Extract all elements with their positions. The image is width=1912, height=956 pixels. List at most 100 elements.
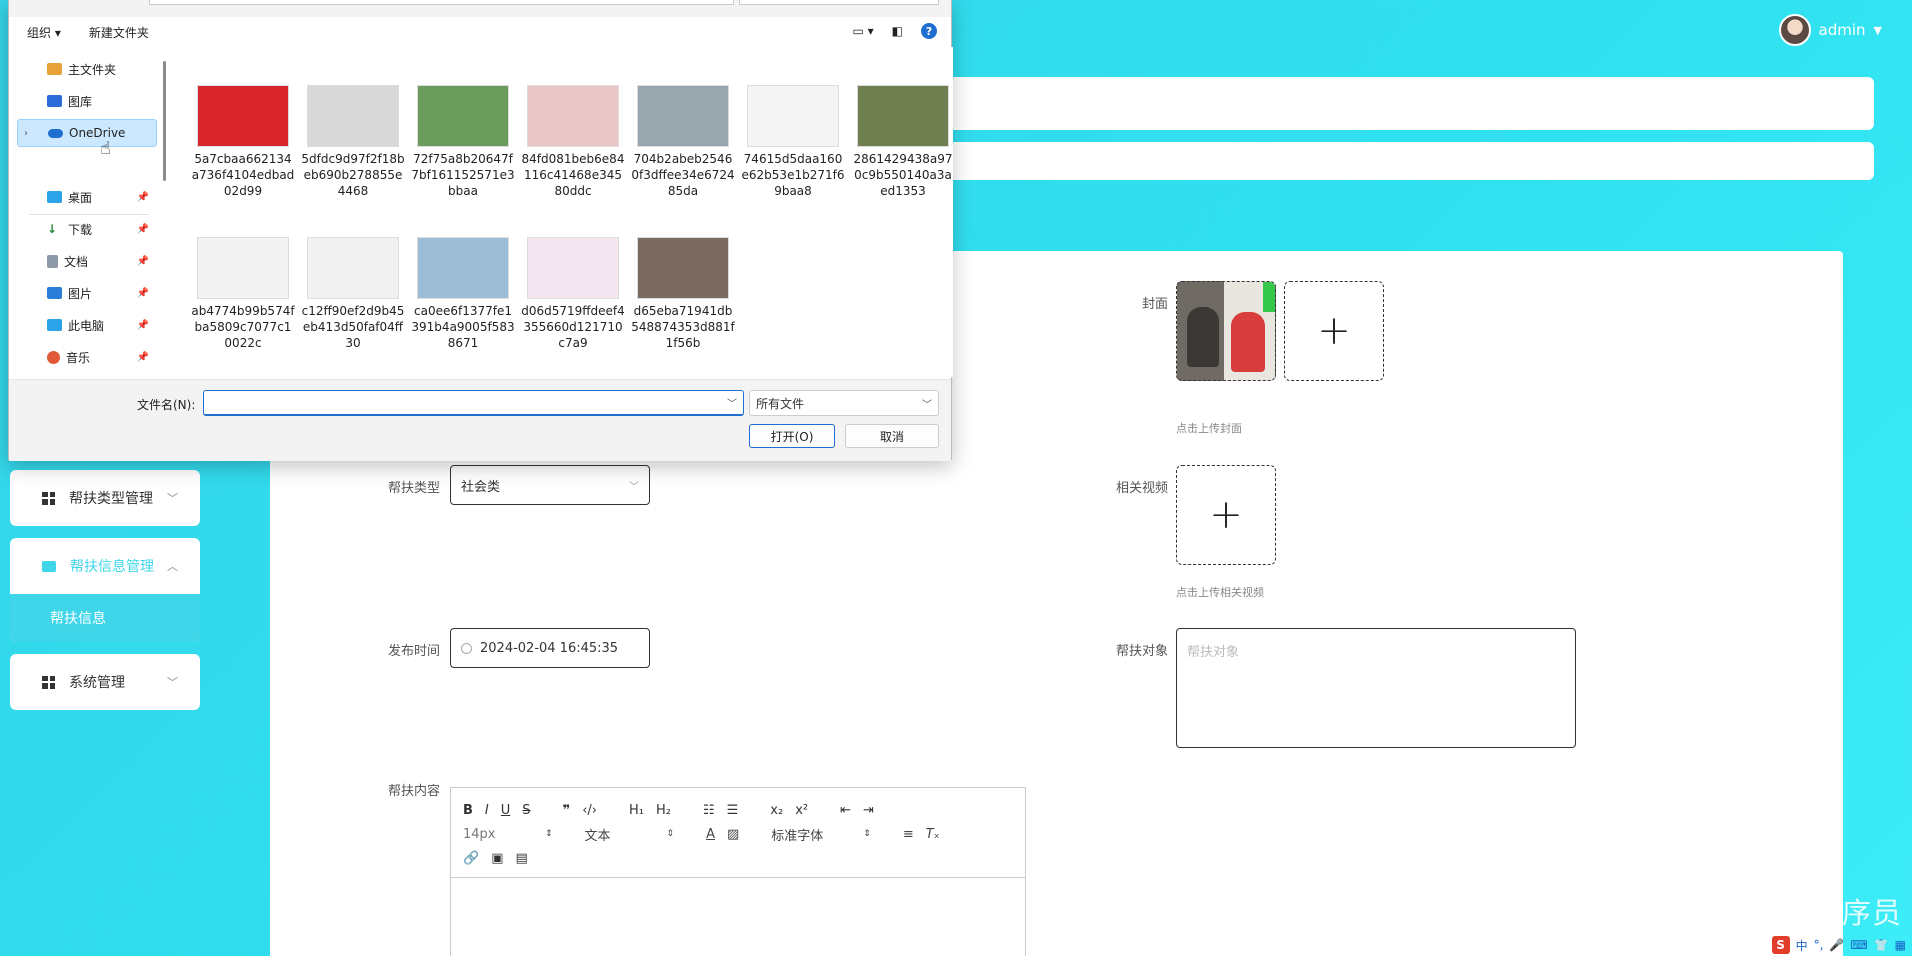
filetype-select[interactable]: 所有文件 ﹀ xyxy=(749,390,939,416)
file-item[interactable]: 5a7cbaa662134a736f4104edbad02d99 xyxy=(191,85,295,199)
user-menu[interactable]: admin ▼ xyxy=(1778,14,1882,46)
link-icon[interactable]: 🔗 xyxy=(463,851,479,866)
nav-item-desktop[interactable]: 桌面 📌 xyxy=(17,183,157,211)
nav-item-onedrive[interactable]: › OneDrive xyxy=(17,119,157,147)
video-upload-button[interactable]: + xyxy=(1176,465,1276,565)
file-open-dialog[interactable]: 组织 ▾ 新建文件夹 ▭ ▾ ◧ ? 主文件夹 图库 › OneDrive 桌面 📌… xyxy=(8,0,955,461)
file-item[interactable]: d65eba71941db548874353d881f1f56b xyxy=(631,237,735,351)
file-name: 704b2abeb25460f3dffee34e672485da xyxy=(631,152,735,198)
dialog-toolbar: 组织 ▾ 新建文件夹 ▭ ▾ ◧ ? xyxy=(9,17,951,47)
sidebar-item-label: 帮扶信息管理 xyxy=(70,559,154,575)
filename-input[interactable]: ﹀ xyxy=(203,390,744,416)
file-thumbnail xyxy=(417,237,509,299)
cover-upload-button[interactable]: + xyxy=(1284,281,1384,381)
h2-icon[interactable]: H₂ xyxy=(656,803,671,818)
address-bar[interactable] xyxy=(149,0,734,5)
nav-item-pictures[interactable]: 图片 📌 xyxy=(17,279,157,307)
sidebar-item-system-management[interactable]: 系统管理 ﹀ xyxy=(10,654,200,710)
time-picker[interactable]: 2024-02-04 16:45:35 xyxy=(450,628,650,668)
sort-icon: ⇕ xyxy=(666,829,675,839)
file-item[interactable]: ca0ee6f1377fe1391b4a9005f5838671 xyxy=(411,237,515,351)
file-item[interactable]: d06d5719ffdeef4355660d121710c7a9 xyxy=(521,237,625,351)
open-button[interactable]: 打开(O) xyxy=(749,424,835,448)
grid-icon xyxy=(42,675,55,689)
h1-icon[interactable]: H₁ xyxy=(629,803,644,818)
block-type-select[interactable]: 文本 xyxy=(585,825,655,844)
file-item[interactable]: 72f75a8b20647f7bf161152571e3bbaa xyxy=(411,85,515,199)
file-thumbnail xyxy=(197,237,289,299)
clear-format-icon[interactable]: Tₓ xyxy=(926,827,940,842)
code-icon[interactable]: ‹/› xyxy=(582,803,597,818)
video-icon[interactable]: ▤ xyxy=(515,851,527,866)
cover-image[interactable] xyxy=(1176,281,1276,381)
outdent-icon[interactable]: ⇤ xyxy=(840,803,851,818)
sidebar-subitem-info[interactable]: 帮扶信息 xyxy=(10,594,200,642)
type-select[interactable]: 社会类 ﹀ xyxy=(450,465,650,505)
cover-hint: 点击上传封面 xyxy=(1176,422,1242,435)
organize-button[interactable]: 组织 ▾ xyxy=(27,24,61,41)
bullet-list-icon[interactable]: ☰ xyxy=(727,803,739,818)
pin-icon: 📌 xyxy=(136,351,149,363)
document-icon xyxy=(47,254,58,268)
nav-item-gallery[interactable]: 图库 xyxy=(17,87,157,115)
file-thumbnail xyxy=(417,85,509,147)
indent-icon[interactable]: ⇥ xyxy=(863,803,874,818)
search-box[interactable] xyxy=(739,0,939,5)
file-item[interactable]: 74615d5daa160e62b53e1b271f69baa8 xyxy=(741,85,845,199)
chevron-down-icon[interactable]: ﹀ xyxy=(727,395,737,410)
font-size-select[interactable]: 14px xyxy=(463,827,533,842)
mouse-cursor-icon: ☝ xyxy=(100,138,111,159)
background-color-icon[interactable]: ▨ xyxy=(727,827,739,842)
dialog-footer: 文件名(N): ﹀ 所有文件 ﹀ 打开(O) 取消 xyxy=(9,379,951,461)
italic-icon[interactable]: I xyxy=(485,803,489,818)
sidebar-item-type-management[interactable]: 帮扶类型管理 ﹀ xyxy=(10,470,200,526)
underline-icon[interactable]: U xyxy=(501,803,511,818)
cloud-icon xyxy=(48,128,63,138)
preview-pane-icon[interactable]: ◧ xyxy=(892,24,903,38)
view-icon[interactable]: ▭ ▾ xyxy=(852,24,873,38)
file-item[interactable]: 84fd081beb6e84116c41468e34580ddc xyxy=(521,85,625,199)
bold-icon[interactable]: B xyxy=(463,803,473,818)
image-icon[interactable]: ▣ xyxy=(491,851,503,866)
chevron-down-icon: ▼ xyxy=(1873,23,1882,37)
text-color-icon[interactable]: A xyxy=(706,827,715,842)
file-item[interactable]: 5dfdc9d97f2f18beb690b278855e4468 xyxy=(301,85,405,199)
nav-item-home[interactable]: 主文件夹 xyxy=(17,55,157,83)
subscript-icon[interactable]: x₂ xyxy=(770,803,783,818)
rich-text-editor[interactable]: B I U S ❞ ‹/› H₁ H₂ ☷ ☰ x₂ x² ⇤ ⇥ 14px ⇕… xyxy=(450,787,1026,956)
ordered-list-icon[interactable]: ☷ xyxy=(703,803,715,818)
file-item[interactable]: ab4774b99b574fba5809c7077c10022c xyxy=(191,237,295,351)
cancel-button[interactable]: 取消 xyxy=(845,424,939,448)
target-textarea[interactable]: 帮扶对象 xyxy=(1176,628,1576,748)
help-icon[interactable]: ? xyxy=(921,23,937,39)
tags-bar xyxy=(935,142,1874,180)
nav-scrollbar[interactable] xyxy=(163,61,166,181)
file-name: d06d5719ffdeef4355660d121710c7a9 xyxy=(521,304,625,350)
file-name: 84fd081beb6e84116c41468e34580ddc xyxy=(521,152,625,198)
sidebar-item-info-management[interactable]: 帮扶信息管理 ︿ 帮扶信息 xyxy=(10,538,200,642)
editor-toolbar: B I U S ❞ ‹/› H₁ H₂ ☷ ☰ x₂ x² ⇤ ⇥ 14px ⇕… xyxy=(451,788,1025,878)
ime-mode[interactable]: 中 xyxy=(1796,937,1808,954)
new-folder-button[interactable]: 新建文件夹 xyxy=(89,24,149,41)
file-thumbnail xyxy=(637,237,729,299)
nav-item-documents[interactable]: 文档 📌 xyxy=(17,247,157,275)
superscript-icon[interactable]: x² xyxy=(795,803,808,818)
nav-item-music[interactable]: 音乐 📌 xyxy=(17,343,157,371)
file-name: 72f75a8b20647f7bf161152571e3bbaa xyxy=(411,152,515,198)
sidebar-item-label: 帮扶类型管理 xyxy=(69,491,153,507)
target-label: 帮扶对象 xyxy=(1115,644,1168,659)
file-item[interactable]: 2861429438a970c9b550140a3aed1353 xyxy=(851,85,955,199)
quote-icon[interactable]: ❞ xyxy=(563,803,571,818)
nav-item-this-pc[interactable]: 此电脑 📌 xyxy=(17,311,157,339)
nav-item-downloads[interactable]: ↓ 下载 📌 xyxy=(17,215,157,243)
chevron-right-icon[interactable]: › xyxy=(24,128,28,139)
username: admin xyxy=(1818,21,1866,39)
file-thumbnail xyxy=(747,85,839,147)
file-thumbnail xyxy=(307,237,399,299)
file-item[interactable]: 704b2abeb25460f3dffee34e672485da xyxy=(631,85,735,199)
strike-icon[interactable]: S xyxy=(522,803,530,818)
briefcase-icon xyxy=(42,560,56,572)
file-item[interactable]: c12ff90ef2d9b45eb413d50faf04ff30 xyxy=(301,237,405,351)
font-family-select[interactable]: 标准字体 xyxy=(771,825,851,844)
align-icon[interactable]: ≡ xyxy=(903,827,914,842)
